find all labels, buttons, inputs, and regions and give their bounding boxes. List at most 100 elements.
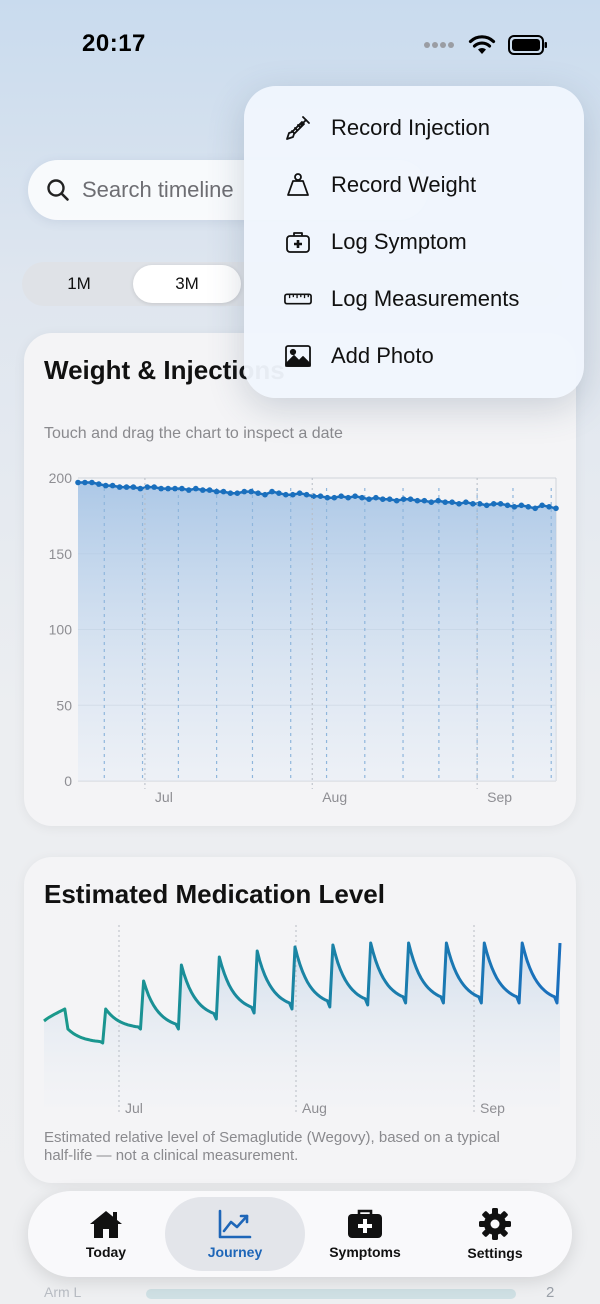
tab-settings[interactable]: Settings <box>425 1197 565 1271</box>
weight-point <box>400 496 407 502</box>
weight-point <box>296 490 303 496</box>
weight-point <box>96 481 102 487</box>
tab-journey[interactable]: Journey <box>165 1197 305 1271</box>
add-entry-menu: Record Injection Record Weight Log Sympt… <box>244 86 584 398</box>
weight-injections-card: Weight & Injections Touch and drag the c… <box>24 333 576 826</box>
syringe-icon <box>284 114 312 142</box>
weight-point <box>470 501 476 507</box>
weight-point <box>421 497 428 504</box>
weight-point <box>276 490 282 496</box>
weight-point <box>158 485 164 492</box>
peek-row-label: Arm L <box>44 1284 82 1300</box>
weight-point <box>352 493 358 499</box>
weight-point <box>310 493 317 499</box>
weight-point <box>525 504 532 510</box>
gear-icon <box>479 1208 511 1240</box>
menu-item-label: Log Symptom <box>331 228 467 254</box>
scale-weight-icon <box>284 171 312 199</box>
weight-point <box>463 499 469 505</box>
y-tick-label: 100 <box>49 622 73 638</box>
weight-chart[interactable]: 200 150 100 50 0 Jul Aug Sep <box>24 333 576 826</box>
weight-point <box>366 496 372 502</box>
weight-point <box>283 491 289 498</box>
menu-item-label: Log Measurements <box>331 285 520 311</box>
tab-label: Today <box>85 1244 127 1260</box>
weight-point <box>456 501 462 507</box>
weight-point <box>373 494 379 501</box>
weight-point <box>504 502 511 509</box>
weight-point <box>345 494 352 501</box>
menu-item-record-weight[interactable]: Record Weight <box>244 156 584 213</box>
tab-label: Settings <box>467 1245 523 1261</box>
weight-point <box>109 482 116 489</box>
weight-point <box>199 487 206 493</box>
weight-point <box>303 491 310 498</box>
medication-footnote-line1: Estimated relative level of Semaglutide … <box>44 1129 500 1146</box>
weight-point <box>241 488 248 495</box>
weight-point <box>206 487 213 493</box>
battery-icon <box>508 35 547 55</box>
menu-item-add-photo[interactable]: Add Photo <box>244 327 584 384</box>
weight-point <box>477 501 483 507</box>
tab-bar: Today Journey Symptoms Settings <box>28 1191 572 1277</box>
tab-symptoms[interactable]: Symptoms <box>295 1197 435 1271</box>
weight-point <box>290 491 296 498</box>
weight-point <box>553 505 559 512</box>
menu-item-label: Add Photo <box>331 342 434 368</box>
menu-item-label: Record Injection <box>331 114 490 140</box>
range-tab-1m[interactable]: 1M <box>25 265 133 303</box>
tab-label: Journey <box>207 1244 263 1260</box>
weight-point <box>248 488 254 495</box>
menu-item-log-measurements[interactable]: Log Measurements <box>244 270 584 327</box>
weight-point <box>227 490 234 496</box>
weight-point <box>82 479 88 486</box>
weight-point <box>449 499 455 505</box>
search-icon <box>47 179 69 201</box>
x-tick-label: Sep <box>480 1100 505 1116</box>
weight-point <box>331 494 338 501</box>
weight-point <box>255 490 261 496</box>
weight-point <box>116 484 123 490</box>
x-tick-label: Aug <box>302 1100 327 1116</box>
y-tick-label: 0 <box>64 773 72 789</box>
status-icons <box>424 34 548 56</box>
weight-point <box>386 496 393 502</box>
weight-point <box>151 484 157 490</box>
weight-point <box>213 488 220 495</box>
y-tick-label: 150 <box>49 546 73 562</box>
weight-point <box>172 485 178 492</box>
search-input[interactable]: Search timeline <box>82 177 234 203</box>
peek-row-value: 2 <box>546 1284 555 1301</box>
range-tab-3m[interactable]: 3M <box>133 265 241 303</box>
weight-point <box>414 497 421 504</box>
weight-point <box>193 485 199 492</box>
menu-item-record-injection[interactable]: Record Injection <box>244 99 584 156</box>
weight-point <box>442 499 449 505</box>
menu-item-label: Record Weight <box>331 171 477 197</box>
weight-point <box>220 488 227 495</box>
weight-point <box>435 497 442 504</box>
x-tick-label: Jul <box>155 789 173 805</box>
x-tick-label: Sep <box>487 789 512 805</box>
medical-kit-icon <box>284 228 312 256</box>
weight-point <box>511 504 518 510</box>
chart-trend-icon <box>218 1209 252 1239</box>
weight-point <box>428 499 435 505</box>
weight-point <box>490 501 497 507</box>
peek-row-bar <box>146 1289 516 1299</box>
status-time: 20:17 <box>82 30 146 57</box>
weight-point <box>234 490 241 496</box>
weight-point <box>546 504 552 510</box>
tab-today[interactable]: Today <box>36 1197 176 1271</box>
y-tick-label: 200 <box>49 470 73 486</box>
photo-icon <box>284 342 312 370</box>
weight-point <box>497 501 504 507</box>
weight-area <box>78 482 556 781</box>
weight-point <box>317 493 324 499</box>
weight-point <box>165 485 171 492</box>
weight-point <box>380 496 386 502</box>
menu-item-log-symptom[interactable]: Log Symptom <box>244 213 584 270</box>
tab-label: Symptoms <box>329 1244 401 1260</box>
wifi-icon <box>468 35 496 54</box>
weight-point <box>532 505 538 512</box>
